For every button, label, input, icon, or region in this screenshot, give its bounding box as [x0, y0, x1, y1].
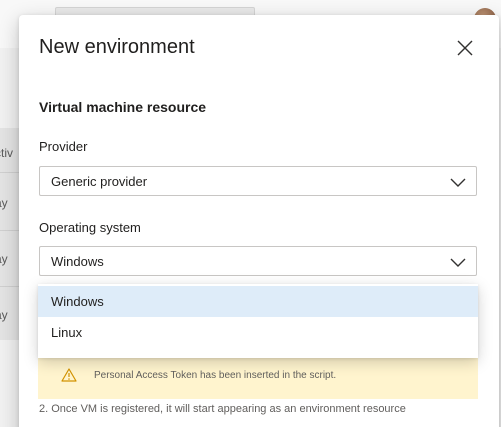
table-divider	[0, 230, 20, 231]
page: ctiv ay ay ay New environment Virtual ma…	[0, 0, 501, 427]
operating-system-dropdown[interactable]: Windows	[39, 246, 477, 276]
callout-message: Personal Access Token has been inserted …	[94, 370, 337, 381]
table-row[interactable]: ay	[0, 196, 20, 210]
option-label: Linux	[51, 325, 83, 340]
table-header: ctiv	[0, 146, 13, 160]
new-environment-dialog: New environment Virtual machine resource…	[19, 15, 499, 427]
provider-value: Generic provider	[51, 174, 148, 189]
operating-system-options: Windows Linux	[38, 284, 478, 358]
close-button[interactable]	[454, 37, 476, 59]
warning-icon	[61, 368, 77, 382]
operating-system-label: Operating system	[39, 220, 141, 235]
step-text: 2. Once VM is registered, it will start …	[39, 403, 406, 415]
chevron-down-icon	[450, 178, 466, 187]
table-row[interactable]: ay	[0, 252, 20, 266]
background-table: ctiv ay ay ay	[0, 128, 20, 340]
table-divider	[0, 286, 20, 287]
option-linux[interactable]: Linux	[38, 317, 478, 348]
option-windows[interactable]: Windows	[38, 286, 478, 317]
operating-system-value: Windows	[51, 254, 104, 269]
provider-label: Provider	[39, 139, 88, 154]
provider-dropdown[interactable]: Generic provider	[39, 166, 477, 196]
table-row[interactable]: ay	[0, 308, 20, 322]
chevron-down-icon	[450, 258, 466, 267]
section-heading: Virtual machine resource	[39, 99, 207, 115]
dialog-title: New environment	[39, 36, 195, 58]
close-icon	[457, 40, 473, 56]
option-label: Windows	[51, 294, 104, 309]
table-divider	[0, 172, 20, 173]
